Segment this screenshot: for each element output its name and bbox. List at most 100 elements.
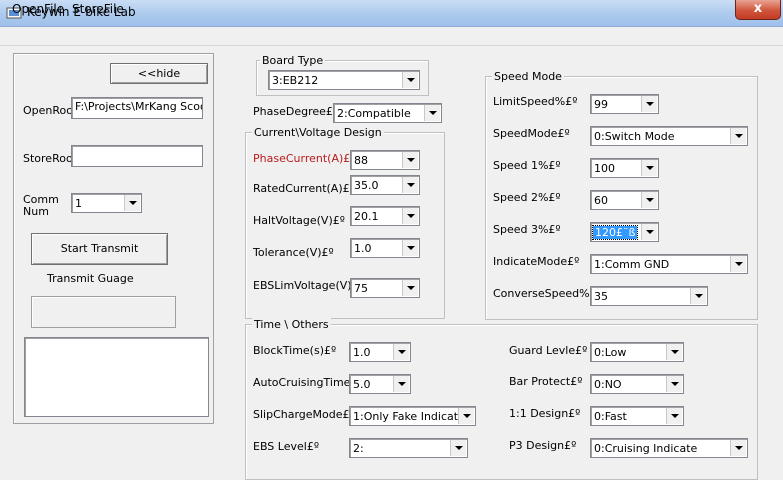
phase-current-value: 88 bbox=[354, 154, 368, 167]
chevron-down-icon[interactable] bbox=[641, 224, 657, 240]
guard-level-label: Guard Levle£º bbox=[509, 344, 588, 357]
halt-voltage-select[interactable]: 20.1 bbox=[350, 206, 420, 226]
start-transmit-button[interactable]: Start Transmit bbox=[31, 233, 168, 265]
time-others-title: Time \ Others bbox=[252, 318, 331, 331]
rated-current-label: RatedCurrent(A)£º bbox=[253, 182, 355, 195]
ebs-level-value: 2: bbox=[353, 442, 364, 455]
hide-button[interactable]: <<hide bbox=[110, 63, 208, 84]
open-root-field[interactable]: F:\Projects\MrKang Scooter bbox=[71, 97, 203, 119]
speed2-value: 60 bbox=[594, 194, 608, 207]
design-11-select[interactable]: 0:Fast bbox=[590, 406, 684, 426]
chevron-down-icon[interactable] bbox=[641, 192, 657, 208]
indicate-mode-value: 1:Comm GND bbox=[594, 258, 670, 271]
chevron-down-icon[interactable] bbox=[730, 440, 746, 456]
chevron-down-icon[interactable] bbox=[641, 160, 657, 176]
chevron-down-icon[interactable] bbox=[666, 344, 682, 360]
log-memo[interactable] bbox=[24, 337, 209, 417]
chevron-down-icon[interactable] bbox=[402, 240, 418, 256]
store-root-field[interactable] bbox=[71, 145, 203, 167]
block-time-label: BlockTime(s)£º bbox=[253, 344, 337, 357]
speed-mode-label: SpeedMode£º bbox=[493, 127, 570, 140]
slip-charge-label: SlipChargeMode£º bbox=[253, 408, 355, 421]
chevron-down-icon[interactable] bbox=[458, 408, 474, 424]
ebs-level-select[interactable]: 2: bbox=[349, 438, 468, 458]
board-type-value: 3:EB212 bbox=[272, 74, 319, 87]
board-type-select[interactable]: 3:EB212 bbox=[268, 70, 420, 90]
chevron-down-icon[interactable] bbox=[424, 105, 440, 121]
num-label: Num bbox=[23, 205, 49, 218]
tolerance-label: Tolerance(V)£º bbox=[253, 246, 334, 259]
chevron-down-icon[interactable] bbox=[730, 256, 746, 272]
bar-protect-select[interactable]: 0:NO bbox=[590, 374, 684, 394]
close-button[interactable]: x bbox=[735, 0, 781, 20]
chevron-down-icon[interactable] bbox=[402, 208, 418, 224]
bar-protect-value: 0:NO bbox=[594, 378, 622, 391]
close-icon: x bbox=[753, 1, 763, 16]
indicate-mode-select[interactable]: 1:Comm GND bbox=[590, 254, 748, 274]
guard-level-select[interactable]: 0:Low bbox=[590, 342, 684, 362]
converse-speed-select[interactable]: 35 bbox=[590, 286, 708, 306]
slip-charge-value: 1:Only Fake Indicate bbox=[353, 410, 465, 423]
speed2-label: Speed 2%£º bbox=[493, 191, 561, 204]
design-11-value: 0:Fast bbox=[594, 410, 627, 423]
chevron-down-icon[interactable] bbox=[124, 195, 140, 211]
tolerance-select[interactable]: 1.0 bbox=[350, 238, 420, 258]
block-time-select[interactable]: 1.0 bbox=[349, 342, 411, 362]
auto-cruising-select[interactable]: 5.0 bbox=[349, 374, 411, 394]
limit-speed-select[interactable]: 99 bbox=[590, 94, 659, 114]
chevron-down-icon[interactable] bbox=[402, 280, 418, 296]
indicate-mode-label: IndicateMode£º bbox=[493, 255, 580, 268]
speed-mode-select[interactable]: 0:Switch Mode bbox=[590, 126, 748, 146]
rated-current-select[interactable]: 35.0 bbox=[350, 175, 420, 195]
rated-current-value: 35.0 bbox=[354, 179, 379, 192]
phase-current-select[interactable]: 88 bbox=[350, 150, 420, 170]
design-11-label: 1:1 Design£º bbox=[509, 407, 581, 420]
chevron-down-icon[interactable] bbox=[666, 376, 682, 392]
chevron-down-icon[interactable] bbox=[402, 152, 418, 168]
menu-bar bbox=[0, 27, 783, 46]
board-type-title: Board Type bbox=[260, 54, 326, 67]
phase-current-label: PhaseCurrent(A)£º bbox=[253, 152, 356, 165]
store-root-label: StoreRoot bbox=[23, 152, 77, 165]
converse-speed-value: 35 bbox=[594, 290, 608, 303]
chevron-down-icon[interactable] bbox=[450, 440, 466, 456]
chevron-down-icon[interactable] bbox=[402, 72, 418, 88]
ebs-lim-voltage-select[interactable]: 75 bbox=[350, 278, 420, 298]
chevron-down-icon[interactable] bbox=[666, 408, 682, 424]
slip-charge-select[interactable]: 1:Only Fake Indicate bbox=[349, 406, 476, 426]
chevron-down-icon[interactable] bbox=[393, 376, 409, 392]
block-time-value: 1.0 bbox=[353, 346, 371, 359]
open-root-label: OpenRoot bbox=[23, 104, 78, 117]
speed2-select[interactable]: 60 bbox=[590, 190, 659, 210]
speed3-select[interactable]: 120£¨ß bbox=[590, 222, 659, 242]
phase-degree-select[interactable]: 2:Compatible bbox=[333, 103, 442, 123]
chevron-down-icon[interactable] bbox=[690, 288, 706, 304]
speed1-label: Speed 1%£º bbox=[493, 159, 561, 172]
menu-openfile[interactable]: OpenFile bbox=[12, 2, 64, 16]
p3-design-select[interactable]: 0:Cruising Indicate bbox=[590, 438, 748, 458]
speed-mode-value: 0:Switch Mode bbox=[594, 130, 675, 143]
chevron-down-icon[interactable] bbox=[402, 177, 418, 193]
p3-design-label: P3 Design£º bbox=[509, 439, 577, 452]
speed3-label: Speed 3%£º bbox=[493, 223, 561, 236]
current-voltage-title: Current\Voltage Design bbox=[252, 126, 384, 139]
limit-speed-label: LimitSpeed%£º bbox=[493, 95, 578, 108]
speed3-value: 120£¨ß bbox=[591, 225, 639, 240]
chevron-down-icon[interactable] bbox=[730, 128, 746, 144]
chevron-down-icon[interactable] bbox=[393, 344, 409, 360]
limit-speed-value: 99 bbox=[594, 98, 608, 111]
comm-num-value: 1 bbox=[75, 197, 82, 210]
speed1-select[interactable]: 100 bbox=[590, 158, 659, 178]
menu-storefile[interactable]: StoreFile bbox=[72, 2, 124, 16]
speed1-value: 100 bbox=[594, 162, 615, 175]
bar-protect-label: Bar Protect£º bbox=[509, 375, 583, 388]
ebs-level-label: EBS Level£º bbox=[253, 440, 319, 453]
phase-degree-value: 2:Compatible bbox=[337, 107, 411, 120]
speed-mode-title: Speed Mode bbox=[492, 70, 564, 83]
comm-num-select[interactable]: 1 bbox=[71, 193, 142, 213]
tolerance-value: 1.0 bbox=[354, 242, 372, 255]
halt-voltage-label: HaltVoltage(V)£º bbox=[253, 214, 345, 227]
guard-level-value: 0:Low bbox=[594, 346, 627, 359]
chevron-down-icon[interactable] bbox=[641, 96, 657, 112]
ebs-lim-voltage-value: 75 bbox=[354, 282, 368, 295]
